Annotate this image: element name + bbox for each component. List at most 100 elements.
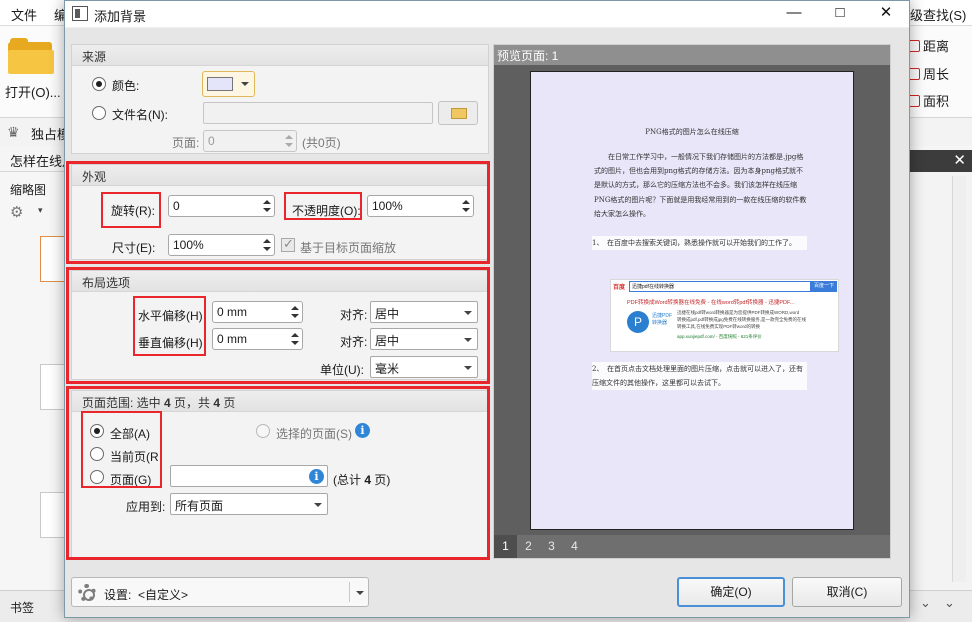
- distance-tool[interactable]: 距离: [908, 36, 949, 55]
- settings-select[interactable]: 设置: <自定义>: [71, 577, 369, 607]
- h-align-select[interactable]: 居中: [370, 301, 478, 323]
- scale-to-page-checkbox[interactable]: [281, 236, 295, 252]
- expand-down-icon[interactable]: ⌄: [944, 595, 955, 611]
- screenshot-line-2: 转换成pdf,pdf转换成jpg免费在线转换服务,是一款完全免费的在线: [677, 317, 807, 322]
- color-radio[interactable]: [92, 77, 106, 91]
- info-icon[interactable]: i: [309, 469, 324, 484]
- maximize-button[interactable]: □: [817, 1, 863, 27]
- chevron-down-icon: [464, 366, 472, 370]
- preview-page-tab-3[interactable]: 3: [540, 535, 563, 558]
- ok-button[interactable]: 确定(O): [677, 577, 785, 607]
- gear-icon: [78, 584, 96, 602]
- screenshot-line-3: 转换工具,在线免费实现PDF转word的转换: [677, 324, 761, 329]
- apply-to-label: 应用到:: [126, 500, 166, 514]
- pages-input[interactable]: i: [170, 465, 328, 487]
- page-thumbnail-3[interactable]: [40, 492, 66, 538]
- cancel-button[interactable]: 取消(C): [792, 577, 902, 607]
- rotation-label: 旋转(R):: [111, 204, 155, 218]
- preview-header: 预览页面: 1: [494, 45, 890, 65]
- page-range-header: 页面范围: 选中 4 页，共 4 页: [72, 391, 488, 412]
- v-align-select[interactable]: 居中: [370, 328, 478, 350]
- area-tool[interactable]: 面积: [908, 91, 949, 110]
- size-spinner[interactable]: 100%: [168, 234, 275, 256]
- layout-section: 布局选项 水平偏移(H) 0 mm 对齐: 居中 垂直偏移(H) 0 mm 对齐…: [71, 270, 489, 380]
- spinner-arrows-icon[interactable]: [288, 302, 302, 322]
- unit-select[interactable]: 毫米: [370, 356, 478, 378]
- spinner-arrows-icon[interactable]: [459, 196, 473, 216]
- page-label: 页面:: [172, 136, 200, 150]
- open-folder-icon[interactable]: [8, 38, 54, 74]
- page-thumbnail-2[interactable]: [40, 364, 66, 410]
- perimeter-tool[interactable]: 周长: [908, 64, 949, 83]
- v-offset-label: 垂直偏移(H): [138, 336, 203, 350]
- doc-step-1: 1、 在百度中去搜索关键词，熟悉操作就可以开始我们的工作了。: [592, 236, 807, 251]
- h-offset-spinner[interactable]: 0 mm: [212, 301, 303, 323]
- spinner-arrows-icon[interactable]: [260, 196, 274, 216]
- spinner-arrows-icon[interactable]: [260, 235, 274, 255]
- chevron-down-icon: [241, 82, 249, 86]
- all-pages-radio[interactable]: [90, 424, 104, 438]
- baidu-logo: 百度: [613, 285, 626, 291]
- color-label: 颜色:: [112, 79, 140, 93]
- apply-to-select[interactable]: 所有页面: [170, 493, 328, 515]
- spinner-arrows-icon[interactable]: [282, 131, 296, 151]
- open-button[interactable]: 打开(O)...: [5, 82, 61, 101]
- dialog-title: 添加背景: [94, 9, 147, 24]
- panel-header: ✕: [910, 150, 972, 172]
- all-pages-label: 全部(A): [110, 427, 150, 441]
- preview-page-tab-4[interactable]: 4: [563, 535, 586, 558]
- current-page-radio[interactable]: [90, 447, 104, 461]
- spinner-arrows-icon[interactable]: [288, 329, 302, 349]
- thumbnail-panel: 缩略图 ⚙ ▾: [0, 172, 66, 590]
- current-page-label: 当前页(R: [110, 450, 159, 464]
- browse-button[interactable]: [438, 101, 478, 125]
- opacity-spinner[interactable]: 100%: [367, 195, 474, 217]
- minimize-button[interactable]: —: [771, 1, 817, 27]
- menu-file[interactable]: 文件: [11, 5, 37, 24]
- bookmarks-label[interactable]: 书签: [10, 599, 34, 616]
- page-spinner[interactable]: 0: [203, 130, 297, 152]
- page-total: (共0页): [302, 136, 341, 150]
- add-background-dialog: 添加背景 — □ ✕ 来源 颜色: 文件名(N): 页面: 0 (共0页) 外观…: [64, 0, 910, 618]
- preview-canvas: PNG格式的图片怎么在线压缩 在日常工作学习中，一般情况下我们存储图片的方法都是…: [494, 65, 890, 535]
- unit-label: 单位(U):: [320, 363, 364, 377]
- collapse-down-icon[interactable]: ⌄: [920, 595, 931, 611]
- chevron-down-icon: [314, 503, 322, 507]
- close-panel-icon[interactable]: ✕: [953, 151, 966, 169]
- color-picker[interactable]: [202, 71, 255, 97]
- open-folder-icon: [451, 108, 467, 119]
- doc-screenshot: 百度 迅捷pdf在线转换器 百度一下 PDF转换成Word转换器在线免费 - 在…: [610, 279, 839, 352]
- pages-total: (总计 4 页): [333, 473, 391, 487]
- right-scrollbar[interactable]: [952, 176, 966, 582]
- h-align-label: 对齐:: [340, 308, 368, 322]
- rotation-spinner[interactable]: 0: [168, 195, 275, 217]
- pages-radio[interactable]: [90, 470, 104, 484]
- preview-page-tab-2[interactable]: 2: [517, 535, 540, 558]
- chevron-down-icon: [464, 311, 472, 315]
- close-button[interactable]: ✕: [863, 1, 909, 27]
- advanced-find-menu[interactable]: 级查找(S): [910, 5, 966, 24]
- preview-page-tab-1[interactable]: 1: [494, 535, 517, 558]
- page-thumbnail-1[interactable]: [40, 236, 66, 282]
- thumbnails-label: 缩略图: [10, 183, 47, 197]
- v-offset-spinner[interactable]: 0 mm: [212, 328, 303, 350]
- page-range-section: 页面范围: 选中 4 页，共 4 页 全部(A) 当前页(R 页面(G) i (…: [71, 390, 489, 558]
- selected-pages-label: 选择的页面(S): [276, 427, 352, 441]
- chevron-down-icon: [464, 338, 472, 342]
- filename-radio[interactable]: [92, 106, 106, 120]
- filename-label: 文件名(N):: [112, 108, 168, 122]
- dialog-body: 来源 颜色: 文件名(N): 页面: 0 (共0页) 外观 旋转(R): 0 不…: [65, 28, 909, 617]
- thumbnail-options-dropdown-icon[interactable]: ▾: [38, 205, 43, 216]
- selected-pages-radio[interactable]: [256, 424, 270, 438]
- info-icon[interactable]: i: [355, 423, 370, 438]
- chevron-down-icon: [356, 591, 364, 595]
- thumbnail-options-icon[interactable]: ⚙: [10, 203, 23, 221]
- preview-panel: 预览页面: 1 PNG格式的图片怎么在线压缩 在日常工作学习中，一般情况下我们存…: [493, 44, 891, 559]
- filename-input[interactable]: [203, 102, 433, 124]
- brand-logo-icon: P: [627, 311, 649, 333]
- dialog-app-icon: [72, 6, 88, 21]
- scale-to-page-label: 基于目标页面缩放: [300, 241, 397, 255]
- source-section: 来源 颜色: 文件名(N): 页面: 0 (共0页): [71, 44, 489, 154]
- appearance-header: 外观: [72, 165, 488, 186]
- h-offset-label: 水平偏移(H): [138, 309, 203, 323]
